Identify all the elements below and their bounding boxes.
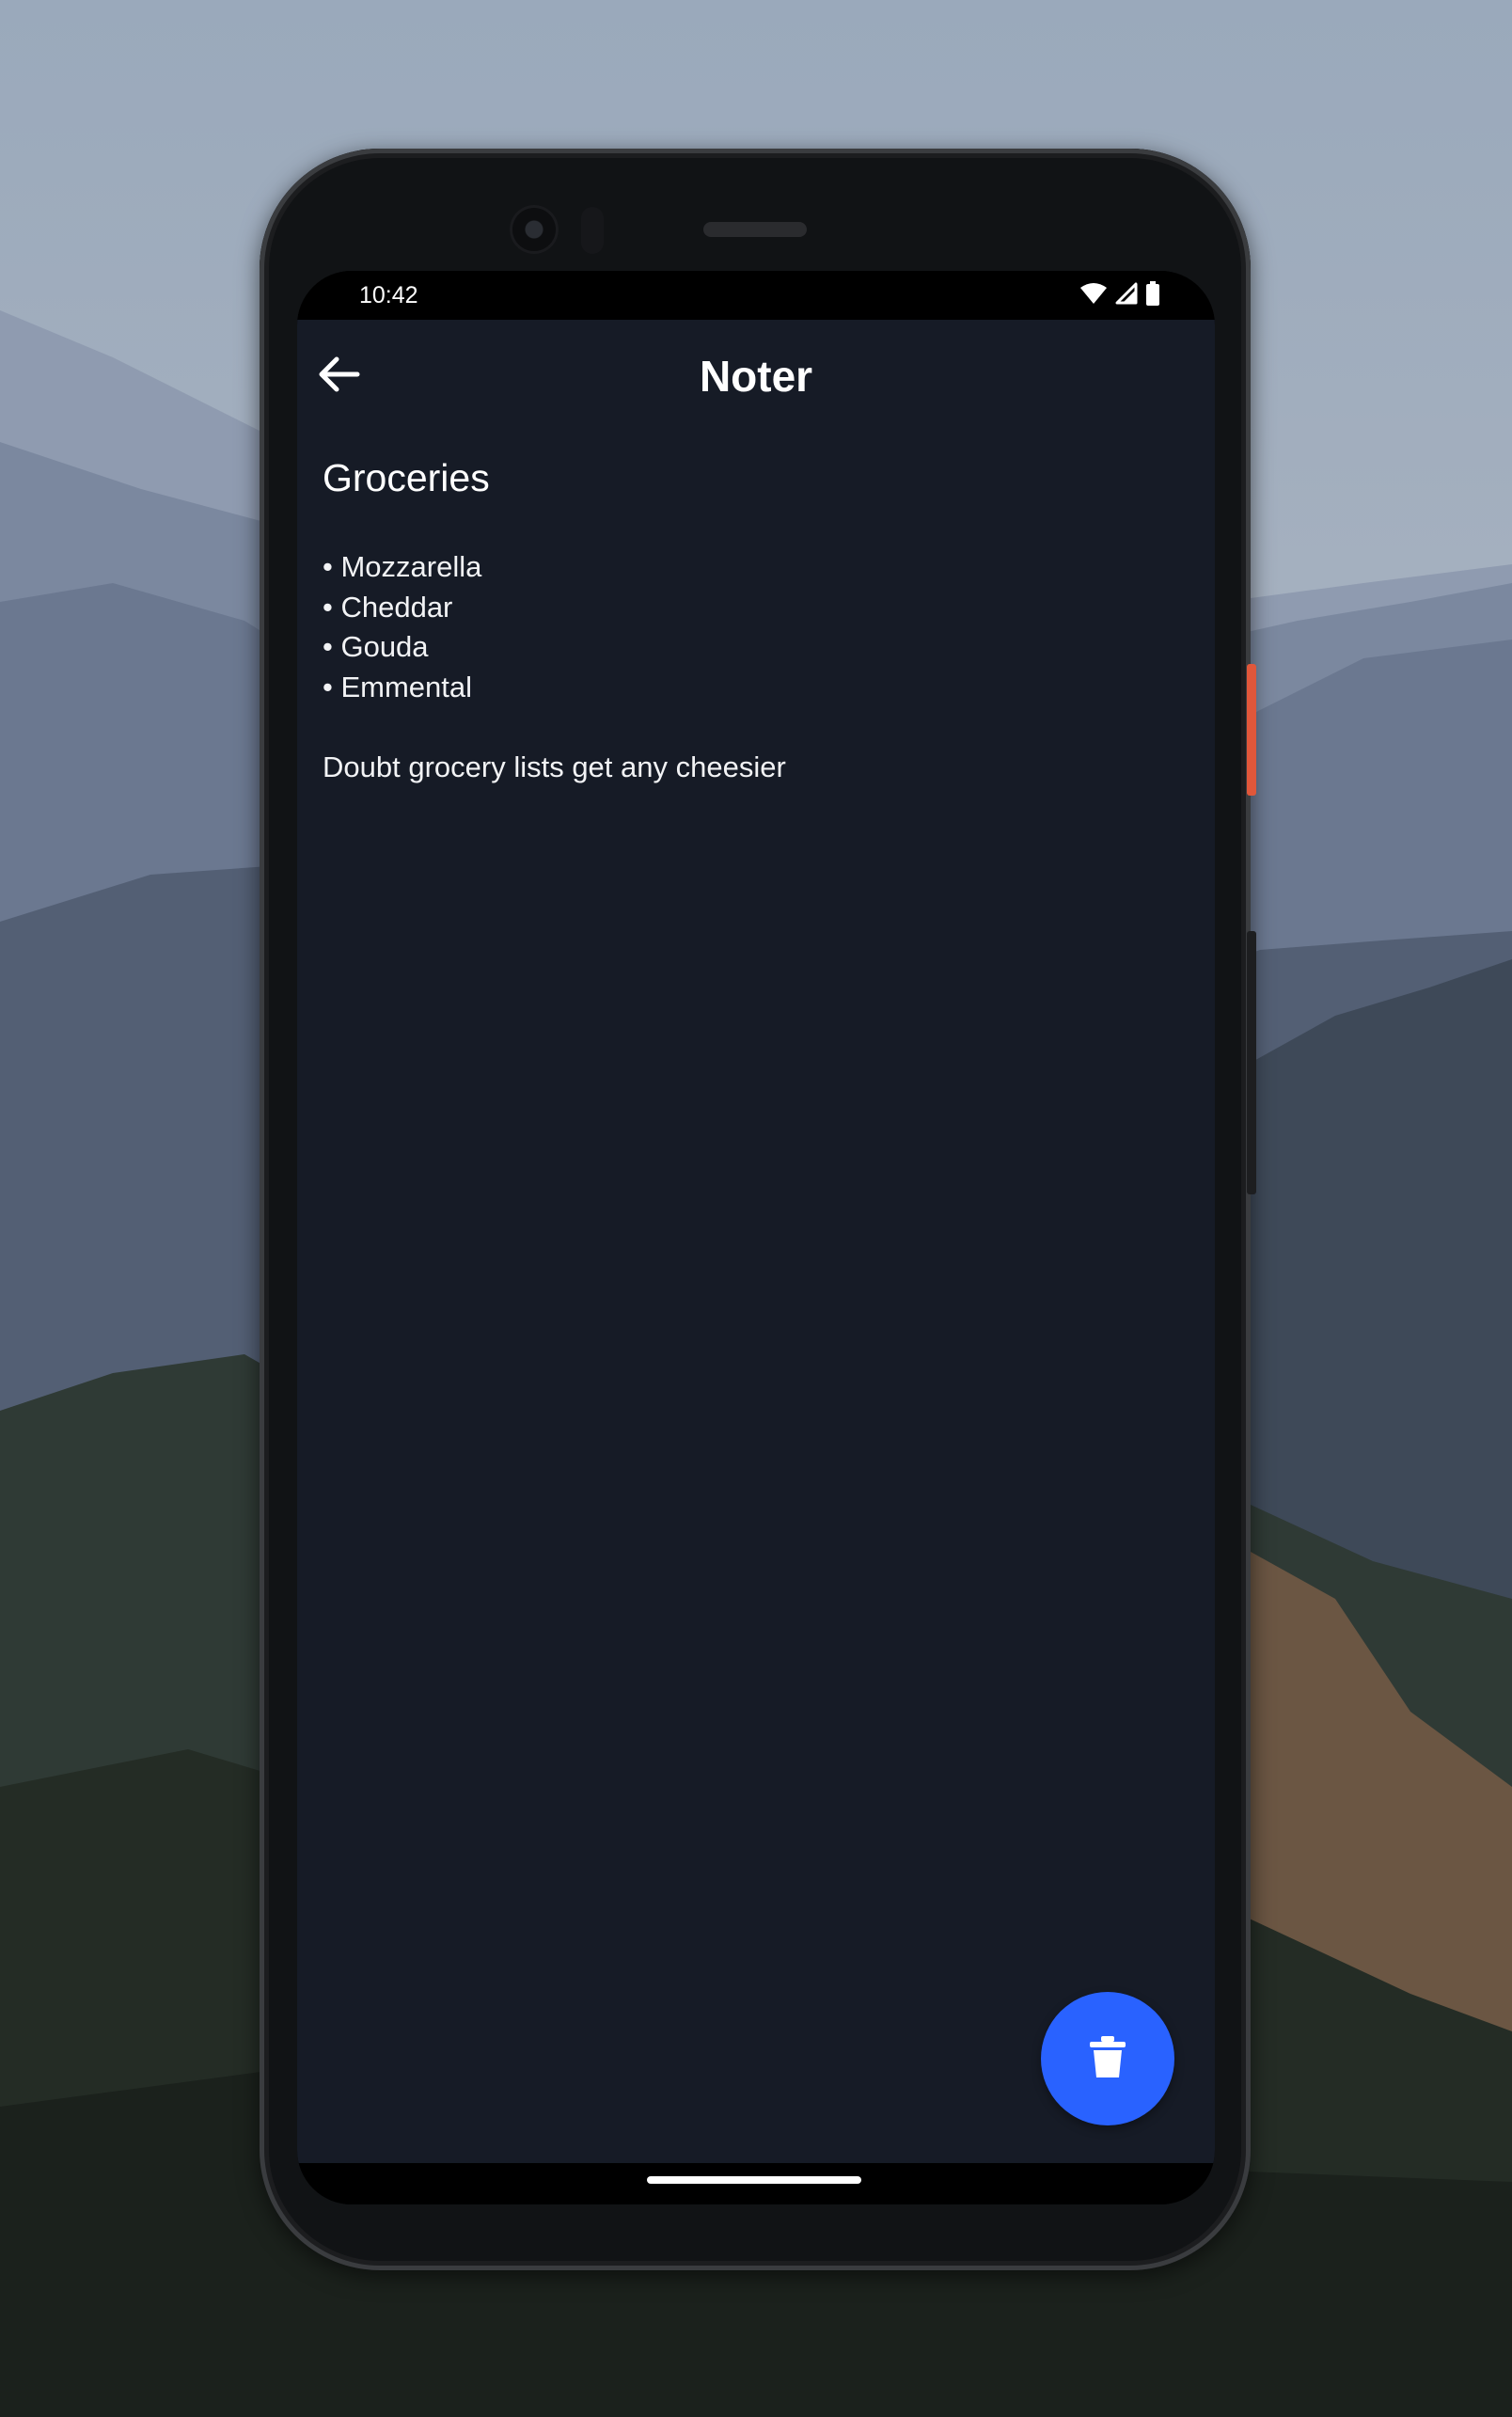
volume-rocker — [1247, 931, 1256, 1194]
earpiece-speaker — [703, 222, 807, 237]
note-blank-line — [323, 707, 1188, 748]
note-detail-screen: Noter Groceries • Mozzarella • Cheddar •… — [297, 320, 1215, 2163]
status-icons — [1079, 280, 1160, 310]
power-button — [1247, 664, 1256, 796]
status-bar: 10:42 — [297, 271, 1215, 320]
note-body[interactable]: • Mozzarella • Cheddar • Gouda • Emmenta… — [323, 547, 1188, 787]
front-camera — [510, 205, 559, 254]
navigation-bar — [297, 2163, 1215, 2204]
note-line: • Emmental — [323, 670, 473, 703]
app-title: Noter — [699, 352, 813, 401]
note-title[interactable]: Groceries — [323, 454, 490, 501]
home-indicator[interactable] — [647, 2176, 861, 2184]
arrow-left-icon — [316, 355, 361, 398]
cellular-signal-icon — [1115, 282, 1138, 309]
battery-icon — [1145, 280, 1160, 310]
phone-screen: 10:42 Noter Groceries • Mozzarella • Che… — [297, 271, 1215, 2204]
status-time: 10:42 — [359, 282, 418, 308]
note-line: Doubt grocery lists get any cheesier — [323, 750, 786, 783]
note-line: • Mozzarella — [323, 550, 482, 583]
proximity-sensor — [581, 207, 604, 254]
wifi-icon — [1079, 282, 1108, 309]
note-line: • Gouda — [323, 630, 429, 663]
delete-note-button[interactable] — [1041, 1992, 1174, 2125]
trash-icon — [1087, 2034, 1128, 2084]
note-line: • Cheddar — [323, 590, 453, 624]
back-button[interactable] — [312, 350, 365, 403]
top-app-bar: Noter — [297, 320, 1215, 433]
